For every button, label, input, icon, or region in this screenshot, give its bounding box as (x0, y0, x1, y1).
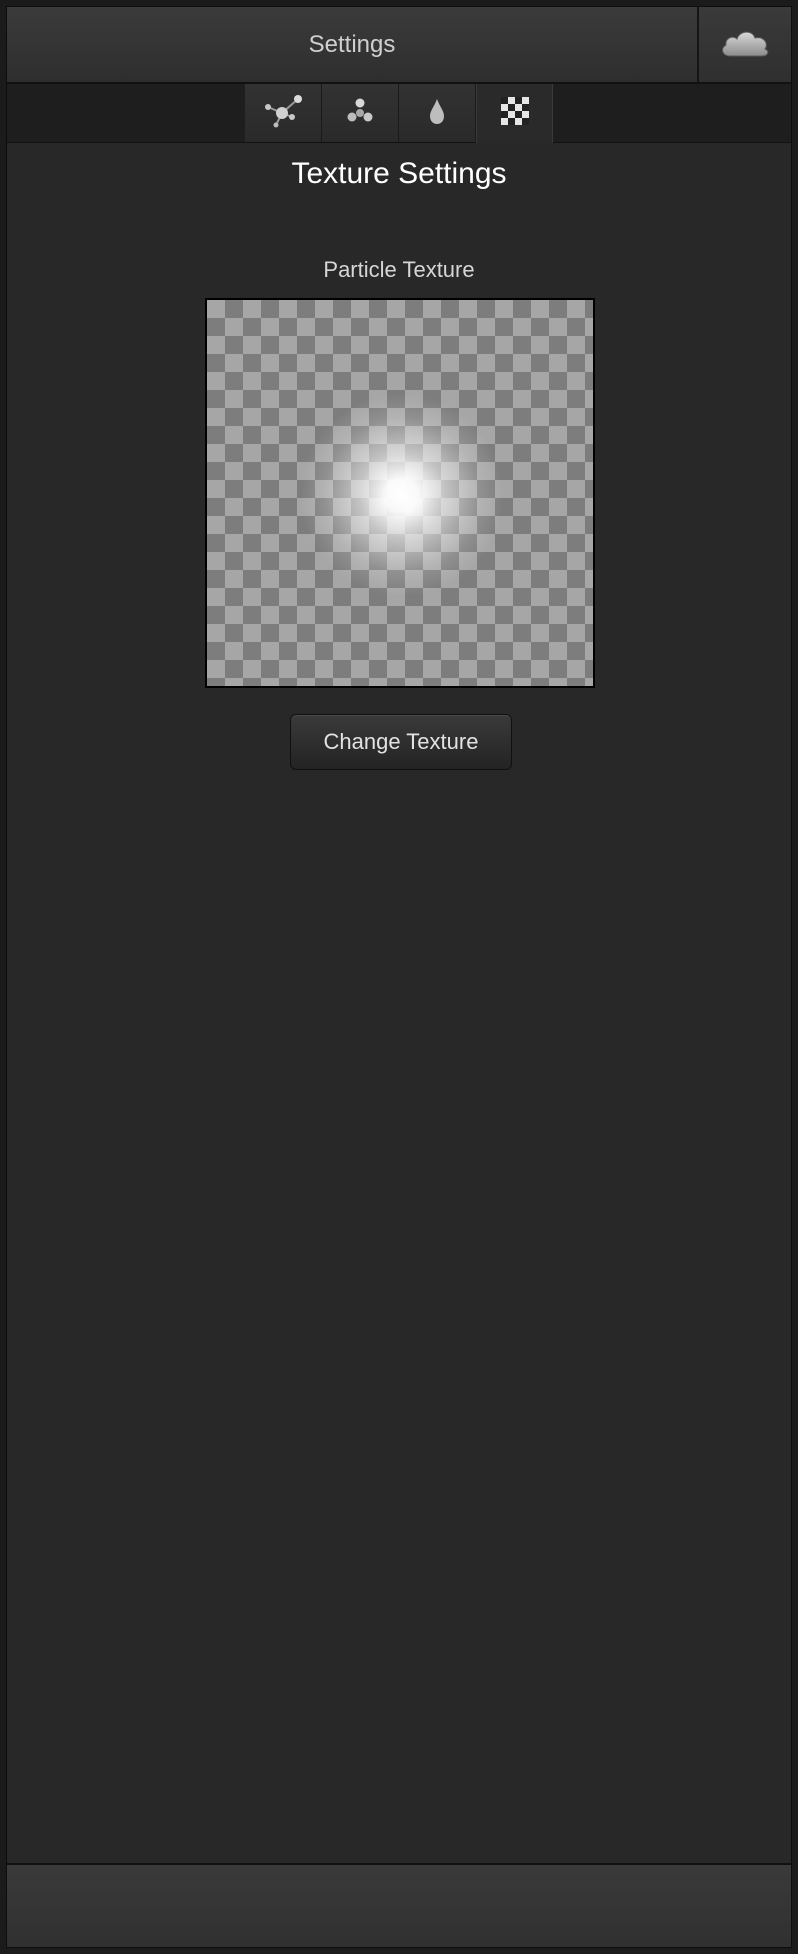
page-title: Texture Settings (291, 157, 507, 190)
tab-particles[interactable] (322, 84, 399, 142)
cloud-icon (718, 26, 772, 63)
tab-texture[interactable] (476, 84, 553, 143)
particle-glow (302, 395, 502, 595)
molecule-icon (260, 91, 306, 136)
settings-window: Settings Texture Settings Particle Textu… (6, 6, 792, 1948)
footer-bar (7, 1863, 791, 1947)
drop-icon (426, 97, 448, 130)
checkerboard-icon (500, 97, 529, 130)
atom-cluster-icon (343, 95, 377, 132)
titlebar: Settings (7, 7, 791, 84)
cloud-button[interactable] (697, 7, 791, 82)
tab-emitter[interactable] (245, 84, 322, 142)
window-title: Settings (308, 31, 396, 58)
texture-preview (205, 298, 595, 688)
tab-color[interactable] (399, 84, 476, 142)
change-texture-button[interactable]: Change Texture (290, 714, 512, 770)
particle-texture-label: Particle Texture (323, 257, 475, 282)
tab-bar (7, 84, 791, 143)
